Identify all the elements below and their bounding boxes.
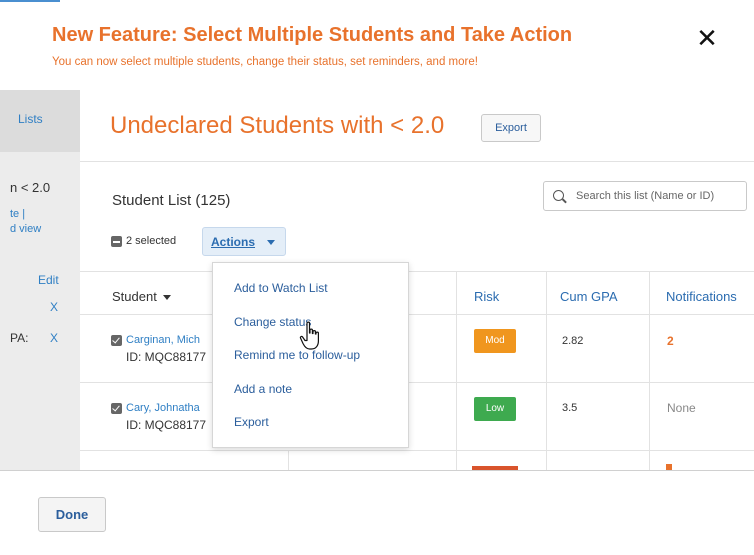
close-icon: ✕ (696, 23, 718, 53)
close-button[interactable]: ✕ (692, 24, 722, 54)
student-id: ID: MQC88177 (126, 418, 207, 432)
search-placeholder: Search this list (Name or ID) (576, 190, 715, 202)
actions-dropdown-button[interactable]: Actions (202, 227, 286, 256)
table-divider (80, 382, 754, 383)
column-header-notifications[interactable]: Notifications (666, 289, 737, 304)
page-header: Undeclared Students with < 2.0 Export (80, 90, 754, 162)
modal-footer: Done (0, 470, 754, 555)
sidebar-link-view[interactable]: d view (10, 223, 41, 235)
menu-item-remind-follow-up[interactable]: Remind me to follow-up (234, 348, 360, 362)
menu-item-export[interactable]: Export (234, 415, 269, 429)
column-label: Student (112, 289, 157, 304)
sidebar-item-lists[interactable]: Lists (0, 90, 80, 152)
modal-frame: New Feature: Select Multiple Students an… (0, 0, 754, 555)
left-sidebar: Lists n < 2.0 te | d view Edit X PA: X (0, 90, 80, 470)
table-divider (456, 271, 457, 470)
cum-gpa-value: 3.5 (562, 402, 578, 414)
sidebar-link[interactable]: te | (10, 208, 25, 220)
risk-badge: Mod (474, 329, 516, 353)
main-content: Undeclared Students with < 2.0 Export St… (80, 90, 754, 472)
actions-dropdown-menu: Add to Watch List Change status Remind m… (212, 262, 409, 448)
notification-count[interactable]: 2 (667, 334, 674, 348)
export-button[interactable]: Export (481, 114, 541, 142)
student-id: ID: MQC88177 (126, 350, 207, 364)
table-divider (80, 314, 754, 315)
select-all-checkbox[interactable] (111, 236, 122, 247)
risk-badge: Low (474, 397, 516, 421)
actions-label: Actions (211, 235, 256, 249)
column-header-risk[interactable]: Risk (474, 289, 499, 304)
hand-cursor-icon (299, 321, 319, 350)
table-divider (649, 271, 650, 470)
menu-item-add-to-watch-list[interactable]: Add to Watch List (234, 281, 328, 295)
table-divider (80, 450, 754, 451)
chevron-down-icon (267, 240, 275, 245)
student-name-link[interactable]: Cary, Johnatha (126, 402, 200, 414)
student-name-link[interactable]: Carginan, Mich (126, 334, 200, 346)
banner-title: New Feature: Select Multiple Students an… (52, 24, 573, 46)
sidebar-item-label: Lists (18, 112, 43, 126)
table-divider (546, 271, 547, 470)
row-checkbox[interactable] (111, 403, 122, 414)
filter-label: PA: (10, 331, 29, 345)
top-edge-accent (0, 0, 60, 4)
page-title: Undeclared Students with < 2.0 (110, 112, 445, 139)
cum-gpa-value: 2.82 (562, 335, 584, 347)
row-checkbox[interactable] (111, 335, 122, 346)
filter-remove-button[interactable]: X (50, 300, 58, 314)
search-input[interactable]: Search this list (Name or ID) (543, 181, 747, 211)
table-divider (80, 271, 754, 272)
table-divider (288, 450, 289, 470)
column-header-cum-gpa[interactable]: Cum GPA (560, 289, 618, 304)
search-icon (553, 190, 564, 201)
sidebar-list-name: n < 2.0 (10, 180, 51, 195)
feature-banner: New Feature: Select Multiple Students an… (0, 0, 754, 82)
sort-down-icon (162, 295, 171, 301)
notification-count: None (667, 401, 696, 415)
sidebar-edit-link[interactable]: Edit (38, 273, 59, 287)
student-list-title: Student List (125) (112, 192, 231, 209)
selected-count: 2 selected (126, 235, 177, 247)
banner-subtitle: You can now select multiple students, ch… (52, 56, 478, 68)
column-header-student[interactable]: Student (112, 289, 171, 304)
filter-remove-button[interactable]: X (50, 331, 58, 345)
done-button[interactable]: Done (38, 497, 106, 532)
menu-item-add-note[interactable]: Add a note (234, 382, 292, 396)
